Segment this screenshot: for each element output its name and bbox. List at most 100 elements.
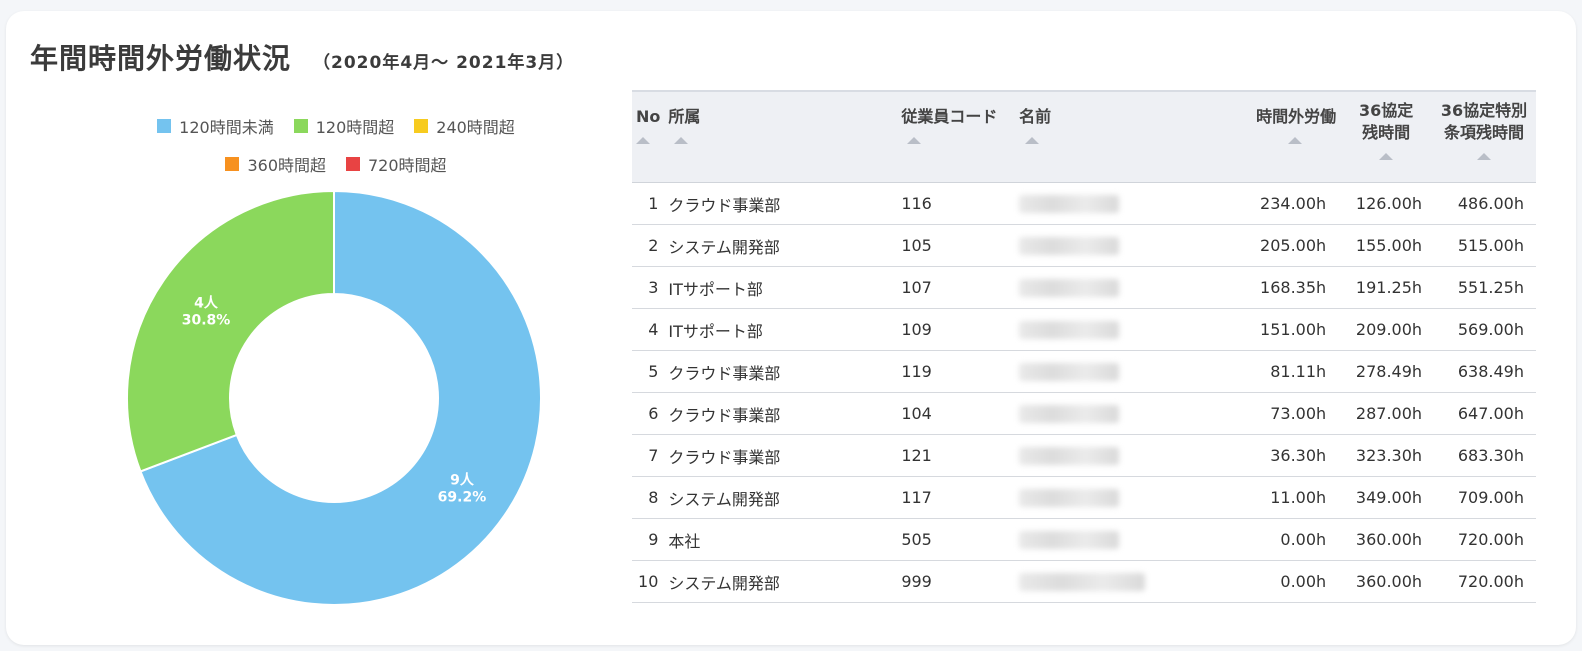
legend-row-1: 120時間未満 120時間超 240時間超: [116, 107, 556, 145]
cell-overtime: 36.30h: [1230, 434, 1341, 477]
cell-no: 1: [632, 182, 665, 225]
cell-dept: ITサポート部: [664, 308, 898, 351]
cell-overtime: 205.00h: [1230, 224, 1341, 267]
cell-no: 5: [632, 350, 665, 393]
col-header-name[interactable]: 名前: [1015, 90, 1231, 183]
cell-overtime: 168.35h: [1230, 266, 1341, 309]
cell-dept: ITサポート部: [664, 266, 898, 309]
cell-special: 720.00h: [1432, 518, 1536, 561]
cell-code: 121: [897, 434, 1016, 477]
table-row[interactable]: 9 本社 505 0.00h 360.00h 720.00h: [632, 518, 1536, 561]
table-row[interactable]: 4 ITサポート部 109 151.00h 209.00h 569.00h: [632, 308, 1536, 351]
donut-slice[interactable]: [126, 189, 335, 473]
cell-special: 683.30h: [1432, 434, 1536, 477]
cell-overtime: 0.00h: [1230, 560, 1341, 603]
cell-overtime: 234.00h: [1230, 182, 1341, 225]
cell-no: 4: [632, 308, 665, 351]
cell-name: [1015, 518, 1231, 561]
cell-code: 107: [897, 266, 1016, 309]
cell-name: [1015, 560, 1231, 603]
period-label: （2020年4月～ 2021年3月）: [313, 53, 575, 73]
cell-dept: システム開発部: [664, 224, 898, 267]
redacted-name: [1019, 405, 1120, 424]
cell-overtime: 73.00h: [1230, 392, 1341, 435]
legend-label: 120時間超: [315, 118, 395, 137]
table-row[interactable]: 6 クラウド事業部 104 73.00h 287.00h 647.00h: [632, 392, 1536, 435]
donut-chart: 9人69.2% 4人30.8%: [126, 189, 542, 606]
cell-remaining: 360.00h: [1340, 560, 1433, 603]
col-header-no[interactable]: No: [632, 90, 665, 183]
legend-label: 360時間超: [247, 156, 326, 175]
sort-arrow-icon[interactable]: [674, 137, 689, 144]
col-header-dept[interactable]: 所属: [664, 90, 898, 183]
cell-special: 569.00h: [1432, 308, 1536, 351]
legend-swatch: [346, 157, 360, 171]
cell-code: 109: [897, 308, 1016, 351]
cell-code: 104: [897, 392, 1016, 435]
table-row[interactable]: 8 システム開発部 117 11.00h 349.00h 709.00h: [632, 476, 1536, 519]
table-row[interactable]: 3 ITサポート部 107 168.35h 191.25h 551.25h: [632, 266, 1536, 309]
cell-dept: システム開発部: [664, 560, 898, 603]
table-body: 1 クラウド事業部 116 234.00h 126.00h 486.00h 2 システム開発部…: [632, 182, 1536, 603]
table-row[interactable]: 7 クラウド事業部 121 36.30h 323.30h 683.30h: [632, 434, 1536, 477]
col-header-overtime[interactable]: 時間外労働: [1230, 90, 1341, 183]
legend-label: 120時間未満: [179, 118, 274, 137]
cell-no: 2: [632, 224, 665, 267]
slice-pct-label: 69.2%: [438, 489, 487, 505]
cell-code: 999: [897, 560, 1016, 603]
cell-overtime: 151.00h: [1230, 308, 1341, 351]
cell-special: 551.25h: [1432, 266, 1536, 309]
cell-name: [1015, 476, 1231, 519]
table-row[interactable]: 2 システム開発部 105 205.00h 155.00h 515.00h: [632, 224, 1536, 267]
cell-special: 720.00h: [1432, 560, 1536, 603]
cell-code: 505: [897, 518, 1016, 561]
legend-item-over-360[interactable]: 360時間超: [225, 152, 326, 176]
redacted-name: [1019, 363, 1120, 382]
cell-no: 9: [632, 518, 665, 561]
redacted-name: [1019, 573, 1146, 592]
cell-overtime: 0.00h: [1230, 518, 1341, 561]
cell-remaining: 360.00h: [1340, 518, 1433, 561]
redacted-name: [1019, 321, 1120, 340]
legend-item-over-240[interactable]: 240時間超: [414, 114, 515, 138]
sort-arrow-icon[interactable]: [907, 137, 922, 144]
cell-special: 647.00h: [1432, 392, 1536, 435]
slice-count-label: 4人: [194, 295, 219, 312]
cell-special: 515.00h: [1432, 224, 1536, 267]
legend-swatch: [293, 119, 308, 133]
legend-item-under-120[interactable]: 120時間未満: [157, 114, 274, 138]
cell-code: 105: [897, 224, 1016, 267]
title-row: 年間時間外労働状況 （2020年4月～ 2021年3月）: [30, 37, 574, 77]
cell-remaining: 349.00h: [1340, 476, 1433, 519]
legend-item-over-120[interactable]: 120時間超: [293, 114, 395, 138]
redacted-name: [1019, 279, 1120, 298]
sort-arrow-icon[interactable]: [1288, 137, 1303, 144]
col-header-remaining[interactable]: 36協定 残時間: [1340, 90, 1433, 183]
redacted-name: [1019, 237, 1120, 256]
table-row[interactable]: 5 クラウド事業部 119 81.11h 278.49h 638.49h: [632, 350, 1536, 393]
legend-swatch: [157, 119, 172, 133]
sort-arrow-icon[interactable]: [1477, 153, 1492, 160]
cell-no: 6: [632, 392, 665, 435]
table-row[interactable]: 10 システム開発部 999 0.00h 360.00h 720.00h: [632, 560, 1536, 603]
cell-dept: システム開発部: [664, 476, 898, 519]
col-header-code[interactable]: 従業員コード: [897, 90, 1016, 183]
cell-code: 119: [897, 350, 1016, 393]
sort-arrow-icon[interactable]: [1025, 137, 1040, 144]
sort-arrow-icon[interactable]: [636, 137, 650, 144]
cell-dept: クラウド事業部: [664, 182, 898, 225]
redacted-name: [1019, 531, 1120, 550]
table-row[interactable]: 1 クラウド事業部 116 234.00h 126.00h 486.00h: [632, 182, 1536, 225]
sort-arrow-icon[interactable]: [1379, 153, 1394, 160]
overtime-card: 年間時間外労働状況 （2020年4月～ 2021年3月） 120時間未満 120…: [6, 11, 1576, 645]
legend-item-over-720[interactable]: 720時間超: [346, 152, 447, 176]
cell-no: 10: [632, 560, 665, 603]
cell-overtime: 81.11h: [1230, 350, 1341, 393]
cell-dept: クラウド事業部: [664, 392, 898, 435]
cell-remaining: 155.00h: [1340, 224, 1433, 267]
chart-legend: 120時間未満 120時間超 240時間超 360時間超 720時間超: [116, 107, 556, 183]
cell-dept: 本社: [664, 518, 898, 561]
cell-code: 117: [897, 476, 1016, 519]
col-header-special[interactable]: 36協定特別 条項残時間: [1432, 90, 1536, 183]
legend-label: 720時間超: [368, 156, 447, 175]
